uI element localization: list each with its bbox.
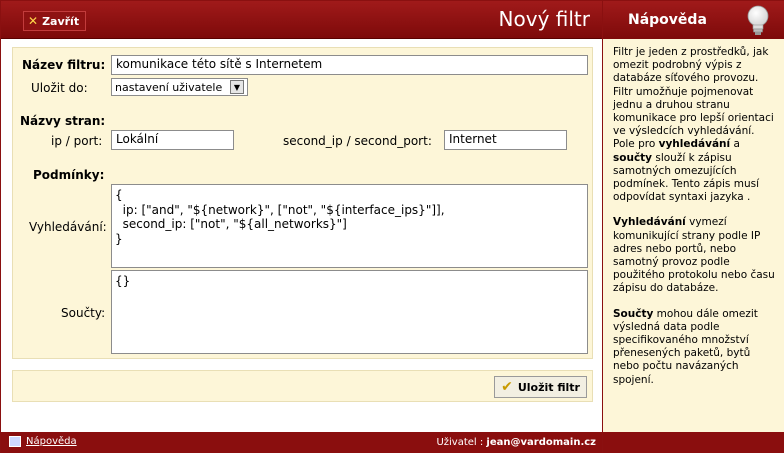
filter-form: Název filtru: komunikace této sítě s Int… <box>12 47 593 359</box>
help-title: Nápověda <box>628 12 707 28</box>
book-icon <box>9 436 21 447</box>
window-frame: ✕ Zavřít Nový filtr Název filtru: komuni… <box>0 0 784 453</box>
help-header: Nápověda <box>603 1 784 39</box>
save-to-value: nastavení uživatele <box>115 80 223 94</box>
help-paragraph-1: Filtr je jeden z prostředků, jak omezit … <box>613 46 774 204</box>
help-footer <box>603 432 784 453</box>
user-email: jean@vardomain.cz <box>486 437 596 448</box>
help-link-label: Nápověda <box>26 436 77 447</box>
save-filter-button[interactable]: ✔ Uložit filtr <box>494 376 587 398</box>
save-to-label: Uložit do: <box>31 81 88 95</box>
conditions-label: Podmínky: <box>33 168 105 182</box>
save-to-select[interactable]: nastavení uživatele ▼ <box>111 78 248 96</box>
filter-name-input[interactable]: komunikace této sítě s Internetem <box>111 55 588 75</box>
save-bar: ✔ Uložit filtr <box>12 370 593 402</box>
close-button[interactable]: ✕ Zavřít <box>23 11 87 31</box>
checkmark-icon: ✔ <box>501 379 513 395</box>
filter-name-label: Název filtru: <box>22 58 106 72</box>
second-ip-port-input[interactable]: Internet <box>444 130 567 150</box>
user-label: Uživatel : <box>436 437 484 448</box>
save-filter-label: Uložit filtr <box>517 380 580 394</box>
sums-textarea[interactable]: {} <box>111 270 588 354</box>
help-text: Filtr je jeden z prostředků, jak omezit … <box>603 39 784 387</box>
help-link[interactable]: Nápověda <box>9 436 77 447</box>
close-button-label: Zavřít <box>42 14 80 28</box>
search-textarea[interactable]: { ip: ["and", "${network}", ["not", "${i… <box>111 184 588 268</box>
help-panel: Nápověda Filtr je jeden z prostředků, ja… <box>602 1 784 453</box>
footer: Nápověda Uživatel : jean@vardomain.cz <box>1 432 602 453</box>
sides-label: Názvy stran: <box>20 114 106 128</box>
help-paragraph-2: Vyhledávání vymezí komunikující strany p… <box>613 216 775 295</box>
ip-port-input[interactable]: Lokální <box>111 130 234 150</box>
sums-label: Součty: <box>61 306 106 320</box>
help-paragraph-3: Součty mohou dále omezit výsledná data p… <box>613 307 758 386</box>
user-info: Uživatel : jean@vardomain.cz <box>436 437 596 448</box>
ip-port-label: ip / port: <box>51 134 103 148</box>
lightbulb-icon <box>747 5 769 35</box>
page-title: Nový filtr <box>498 7 590 31</box>
chevron-down-icon: ▼ <box>230 80 244 94</box>
search-label: Vyhledávání: <box>29 220 107 234</box>
header: ✕ Zavřít Nový filtr <box>1 1 602 39</box>
close-icon: ✕ <box>28 14 39 28</box>
second-ip-port-label: second_ip / second_port: <box>283 134 432 148</box>
